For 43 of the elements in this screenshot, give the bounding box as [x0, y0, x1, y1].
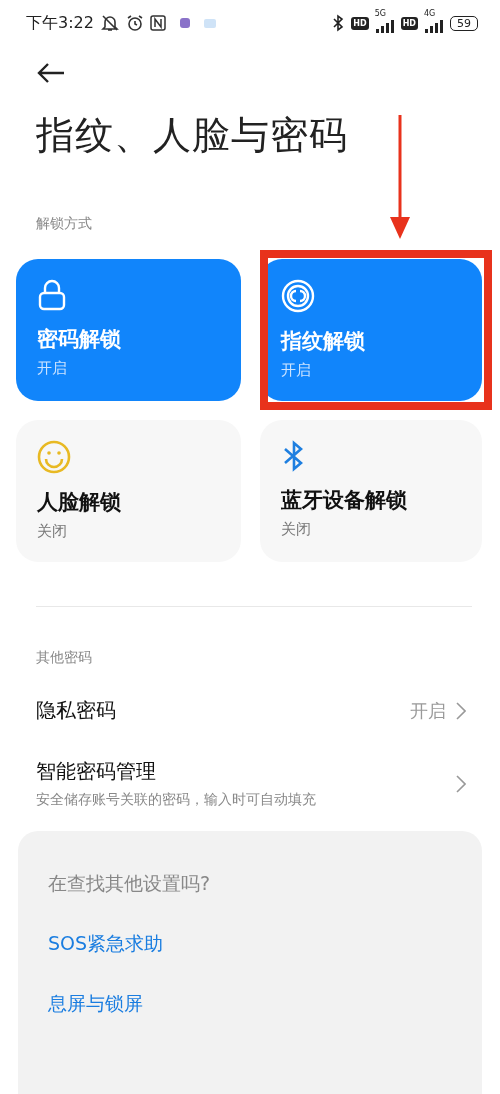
message-notification-icon: [203, 18, 216, 28]
card-status: 开启: [37, 359, 68, 378]
card-title: 人脸解锁: [37, 489, 122, 516]
row-value: 开启: [410, 698, 446, 723]
chevron-icon: [456, 774, 466, 793]
app-notification-icon: [179, 18, 190, 28]
card-title: 指纹解锁: [281, 328, 366, 355]
section-label: 其他密码: [36, 649, 93, 667]
card-title: 密码解锁: [37, 326, 122, 353]
nfc-icon: [149, 15, 166, 31]
card-title: 蓝牙设备解锁: [281, 487, 408, 514]
alarm-icon: [125, 14, 144, 32]
suggestions-heading: 在查找其他设置吗?: [48, 871, 212, 896]
chevron-icon: [456, 701, 466, 720]
unlock-card[interactable]: 人脸解锁 关闭: [16, 420, 241, 562]
hd-badge: HD: [351, 16, 369, 30]
card-status: 关闭: [37, 522, 68, 541]
settings-row[interactable]: 智能密码管理 安全储存账号关联的密码，输入时可自动填充: [0, 758, 500, 809]
row-title: 智能密码管理: [36, 758, 157, 785]
hd-badge: HD: [400, 16, 418, 30]
smiley-icon: [37, 440, 71, 474]
row-subtitle: 安全储存账号关联的密码，输入时可自动填充: [36, 791, 317, 809]
network-type: 4G: [424, 9, 436, 18]
suggestion-link[interactable]: SOS紧急求助: [48, 931, 452, 957]
bell-off-icon: [99, 14, 120, 32]
settings-row[interactable]: 隐私密码 开启: [0, 697, 500, 724]
back-icon[interactable]: [36, 62, 66, 84]
bluetooth-icon: [331, 14, 346, 32]
card-status: 关闭: [281, 520, 312, 539]
row-title: 隐私密码: [36, 697, 117, 724]
lock-icon: [37, 279, 67, 311]
section-label: 解锁方式: [36, 215, 93, 233]
suggestion-link[interactable]: 息屏与锁屏: [48, 991, 452, 1017]
unlock-card[interactable]: 密码解锁 开启: [16, 259, 241, 401]
signal-icon: [424, 19, 444, 33]
network-type: 5G: [374, 9, 386, 18]
signal-icon: [374, 19, 395, 33]
battery-indicator: 59: [450, 15, 478, 31]
fingerprint-icon: [281, 279, 315, 313]
card-status: 开启: [281, 361, 312, 380]
page-title: 指纹、人脸与密码: [36, 112, 349, 159]
status-time: 下午3:22: [26, 12, 94, 34]
unlock-card[interactable]: 蓝牙设备解锁 关闭: [260, 420, 482, 562]
